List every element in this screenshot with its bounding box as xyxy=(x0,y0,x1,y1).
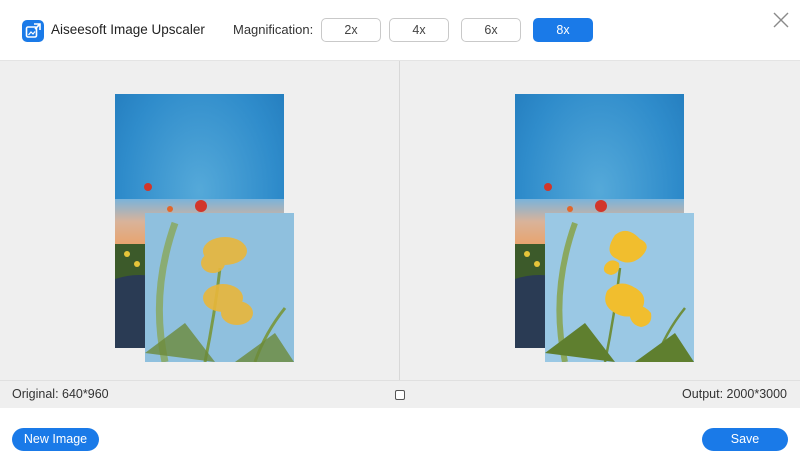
app-title: Aiseesoft Image Upscaler xyxy=(51,22,205,37)
magnification-2x-button[interactable]: 2x xyxy=(321,18,381,42)
info-bar: Original: 640*960 Output: 2000*3000 xyxy=(0,380,800,408)
title-bar: Aiseesoft Image Upscaler Magnification: … xyxy=(0,0,800,60)
preview-divider xyxy=(399,61,400,381)
output-zoom-inset xyxy=(545,213,694,362)
original-resolution: Original: 640*960 xyxy=(12,387,109,401)
original-zoom-inset xyxy=(145,213,294,362)
compare-icon[interactable] xyxy=(395,390,405,400)
output-resolution: Output: 2000*3000 xyxy=(682,387,787,401)
magnification-6x-button[interactable]: 6x xyxy=(461,18,521,42)
footer: New Image Save xyxy=(0,408,800,472)
save-button[interactable]: Save xyxy=(702,428,788,451)
close-icon[interactable] xyxy=(772,11,790,29)
new-image-button[interactable]: New Image xyxy=(12,428,99,451)
preview-area xyxy=(0,60,800,381)
magnification-8x-button[interactable]: 8x xyxy=(533,18,593,42)
image-upscale-icon xyxy=(22,20,44,42)
magnification-label: Magnification: xyxy=(233,22,314,37)
magnification-4x-button[interactable]: 4x xyxy=(389,18,449,42)
